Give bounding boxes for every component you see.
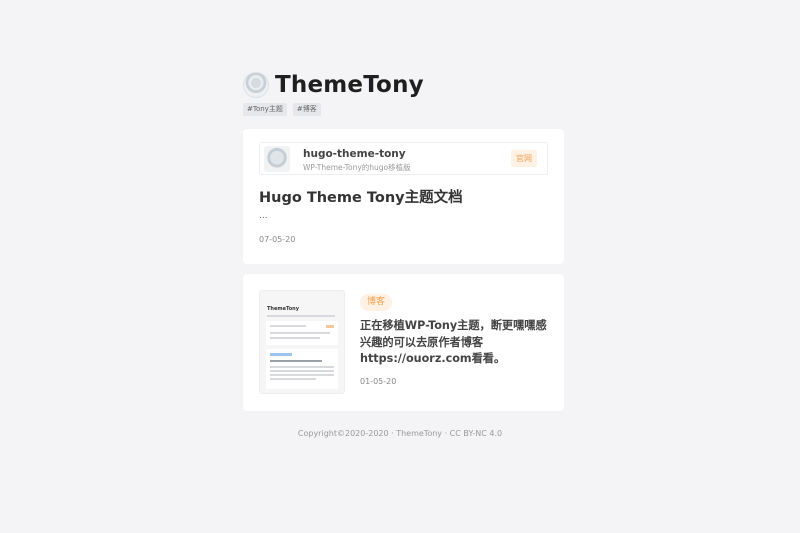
site-footer: Copyright©2020-2020 · ThemeTony · CC BY-… <box>0 429 800 438</box>
tag-tony-theme[interactable]: #Tony主题 <box>243 103 287 116</box>
repo-embed[interactable]: hugo-theme-tony WP-Theme-Tony的hugo移植版 官网 <box>259 142 548 175</box>
thumbnail-line <box>270 337 320 339</box>
site-title[interactable]: ThemeTony <box>275 72 424 98</box>
thumbnail-line <box>270 360 322 362</box>
site-tags: #Tony主题 #博客 <box>243 103 564 116</box>
thumbnail-line <box>270 332 330 334</box>
thumbnail-badge <box>326 325 334 328</box>
site-header: ThemeTony #Tony主题 #博客 <box>243 70 564 116</box>
thumbnail-line <box>270 325 306 327</box>
post-card-status[interactable]: ThemeTony 博客 正在移植WP-Tony主题，断更嘿嘿感兴趣的可以去原作… <box>243 274 564 411</box>
repo-name[interactable]: hugo-theme-tony <box>303 148 406 160</box>
thumbnail-line <box>267 315 335 317</box>
thumbnail-line <box>270 366 334 368</box>
post-title[interactable]: Hugo Theme Tony主题文档 <box>259 186 463 207</box>
site-avatar-icon <box>243 72 269 98</box>
brand[interactable]: ThemeTony <box>243 70 564 100</box>
post-thumbnail[interactable]: ThemeTony <box>259 290 345 394</box>
thumbnail-card <box>266 321 338 345</box>
thumbnail-title: ThemeTony <box>267 306 299 312</box>
post-content[interactable]: 正在移植WP-Tony主题，断更嘿嘿感兴趣的可以去原作者博客https://ou… <box>360 318 548 368</box>
post-excerpt: ... <box>259 211 268 221</box>
repo-description: WP-Theme-Tony的hugo移植版 <box>303 163 411 172</box>
repo-website-button[interactable]: 官网 <box>511 150 537 167</box>
repo-avatar-icon <box>264 146 290 172</box>
thumbnail-badge <box>270 353 292 356</box>
thumbnail-line <box>270 374 334 376</box>
thumbnail-card <box>266 349 338 389</box>
post-date: 01-05-20 <box>360 377 397 386</box>
footer-license-link[interactable]: CC BY-NC 4.0 <box>450 429 502 438</box>
category-badge[interactable]: 博客 <box>360 294 393 311</box>
tag-blog[interactable]: #博客 <box>292 103 321 116</box>
thumbnail-line <box>270 370 334 372</box>
footer-copyright: Copyright©2020-2020 · ThemeTony · <box>297 429 450 438</box>
thumbnail-line <box>270 378 316 380</box>
post-date: 07-05-20 <box>259 235 296 244</box>
post-card-docs[interactable]: hugo-theme-tony WP-Theme-Tony的hugo移植版 官网… <box>243 129 564 264</box>
